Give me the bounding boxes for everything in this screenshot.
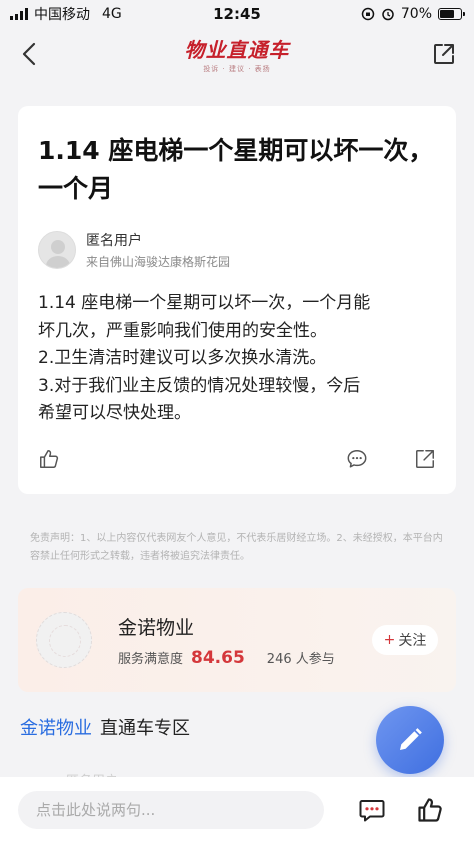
nav-bar: 物业直通车 投诉 · 建议 · 表扬 bbox=[0, 28, 474, 80]
zone-company: 金诺物业 bbox=[20, 718, 92, 739]
post-body-line: 3.对于我们业主反馈的情况处理较慢，今后 bbox=[38, 375, 361, 396]
edit-pen-icon bbox=[400, 728, 422, 750]
share-post-icon bbox=[416, 450, 434, 468]
company-card[interactable]: 金诺物业 服务满意度 84.65 246 人参与 + 关注 bbox=[18, 588, 456, 692]
post-body-line: 希望可以尽快处理。 bbox=[38, 403, 191, 423]
follow-button[interactable]: + 关注 bbox=[372, 625, 438, 655]
participants-count: 246 人参与 bbox=[266, 651, 335, 667]
share-post-button[interactable] bbox=[414, 448, 436, 474]
logo-subtitle: 投诉 · 建议 · 表扬 bbox=[203, 65, 271, 73]
author-row: 匿名用户 来自佛山海骏达康格斯花园 bbox=[38, 230, 436, 270]
lock-rotation-icon bbox=[361, 7, 375, 21]
share-button[interactable] bbox=[428, 38, 460, 70]
logo-text: 物业直通车 bbox=[184, 38, 290, 62]
message-icon bbox=[359, 800, 385, 822]
carrier-label: 中国移动 bbox=[34, 7, 90, 23]
like-button[interactable] bbox=[38, 448, 60, 474]
company-name: 金诺物业 bbox=[118, 616, 195, 639]
thumbs-up-button[interactable] bbox=[416, 796, 444, 824]
status-bar: 中国移动 4G 12:45 70% bbox=[0, 0, 474, 28]
zone-label: 直通车专区 bbox=[100, 718, 190, 739]
comment-icon bbox=[347, 450, 367, 468]
plus-icon: + bbox=[383, 632, 396, 648]
satisfaction-label: 服务满意度 bbox=[118, 651, 184, 667]
status-left: 中国移动 4G bbox=[10, 4, 122, 24]
company-meta: 服务满意度 84.65 246 人参与 bbox=[118, 648, 372, 668]
back-button[interactable] bbox=[14, 38, 46, 70]
post-body-line: 坏几次，严重影响我们使用的安全性。 bbox=[38, 320, 327, 341]
disclaimer-text: 免责声明：1、以上内容仅代表网友个人意见，不代表乐居财经立场。2、未经授权，本平… bbox=[30, 533, 443, 562]
comment-button[interactable] bbox=[346, 448, 368, 474]
company-zone-link[interactable]: 金诺物业 直通车专区 bbox=[20, 714, 190, 740]
post-body-line: 2.卫生清洁时建议可以多次换水清洗。 bbox=[38, 348, 327, 368]
back-icon bbox=[22, 42, 36, 66]
company-logo-seal bbox=[36, 612, 92, 668]
signal-icon bbox=[10, 8, 28, 20]
write-post-button[interactable] bbox=[376, 706, 444, 774]
battery-icon bbox=[438, 8, 465, 20]
avatar[interactable] bbox=[38, 231, 76, 269]
share-icon bbox=[434, 44, 454, 64]
author-location: 来自佛山海骏达康格斯花园 bbox=[86, 255, 231, 269]
status-right: 70% bbox=[361, 6, 465, 22]
thumbs-up-icon bbox=[418, 798, 442, 822]
post-body: 1.14 座电梯一个星期可以坏一次，一个月能 坏几次，严重影响我们使用的安全性。… bbox=[38, 290, 436, 428]
post-actions bbox=[38, 448, 436, 474]
message-button[interactable] bbox=[358, 796, 386, 824]
comment-input[interactable] bbox=[18, 791, 324, 829]
post-title: 1.14 座电梯一个星期可以坏一次，一个月 bbox=[38, 136, 434, 203]
app-logo: 物业直通车 投诉 · 建议 · 表扬 bbox=[185, 34, 290, 74]
post-card: 1.14 座电梯一个星期可以坏一次，一个月 匿名用户 来自佛山海骏达康格斯花园 … bbox=[18, 106, 456, 494]
like-icon bbox=[40, 450, 59, 468]
network-label: 4G bbox=[102, 6, 122, 22]
author-name: 匿名用户 bbox=[86, 233, 142, 249]
post-body-line: 1.14 座电梯一个星期可以坏一次，一个月能 bbox=[38, 293, 371, 313]
alarm-icon bbox=[382, 8, 394, 21]
satisfaction-score: 84.65 bbox=[191, 647, 245, 668]
follow-label: 关注 bbox=[398, 633, 427, 649]
bottom-bar bbox=[0, 777, 474, 843]
battery-percent: 70% bbox=[400, 6, 432, 22]
company-info: 金诺物业 服务满意度 84.65 246 人参与 bbox=[118, 613, 372, 668]
